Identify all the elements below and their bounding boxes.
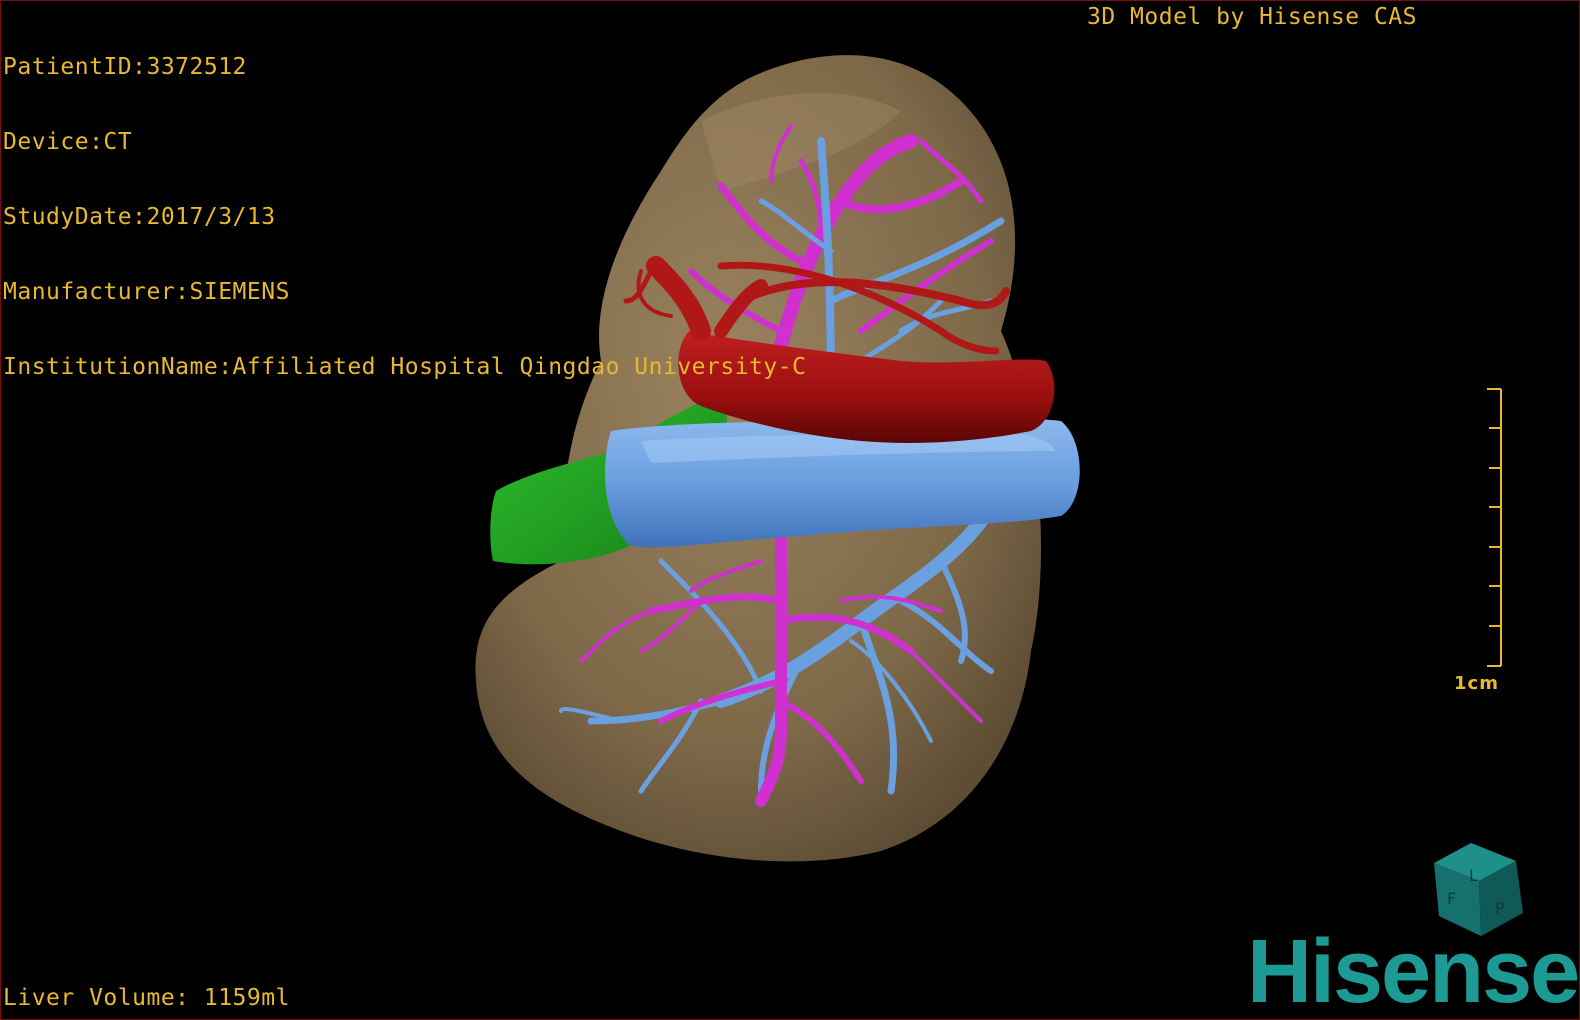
manufacturer: Manufacturer:SIEMENS [3,279,290,305]
dicom-metadata: PatientID:3372512 Device:CT StudyDate:20… [3,5,806,430]
cube-face-top: F [1447,889,1456,908]
cube-face-right: P [1495,899,1505,918]
study-date: StudyDate:2017/3/13 [3,204,276,230]
institution-name: InstitutionName:Affiliated Hospital Qing… [3,354,807,380]
scale-bar [1487,388,1502,667]
model-credit: 3D Model by Hisense CAS [1087,4,1417,30]
liver-volume: Liver Volume: 1159ml [3,985,290,1011]
3d-viewport[interactable]: F L P PatientID:3372512 Device:CT StudyD… [0,0,1580,1020]
cube-face-left: L [1469,866,1478,885]
scale-label: 1cm [1454,673,1499,694]
patient-id: PatientID:3372512 [3,54,247,80]
brand-logo: Hisense [1247,922,1579,1020]
device: Device:CT [3,129,133,155]
